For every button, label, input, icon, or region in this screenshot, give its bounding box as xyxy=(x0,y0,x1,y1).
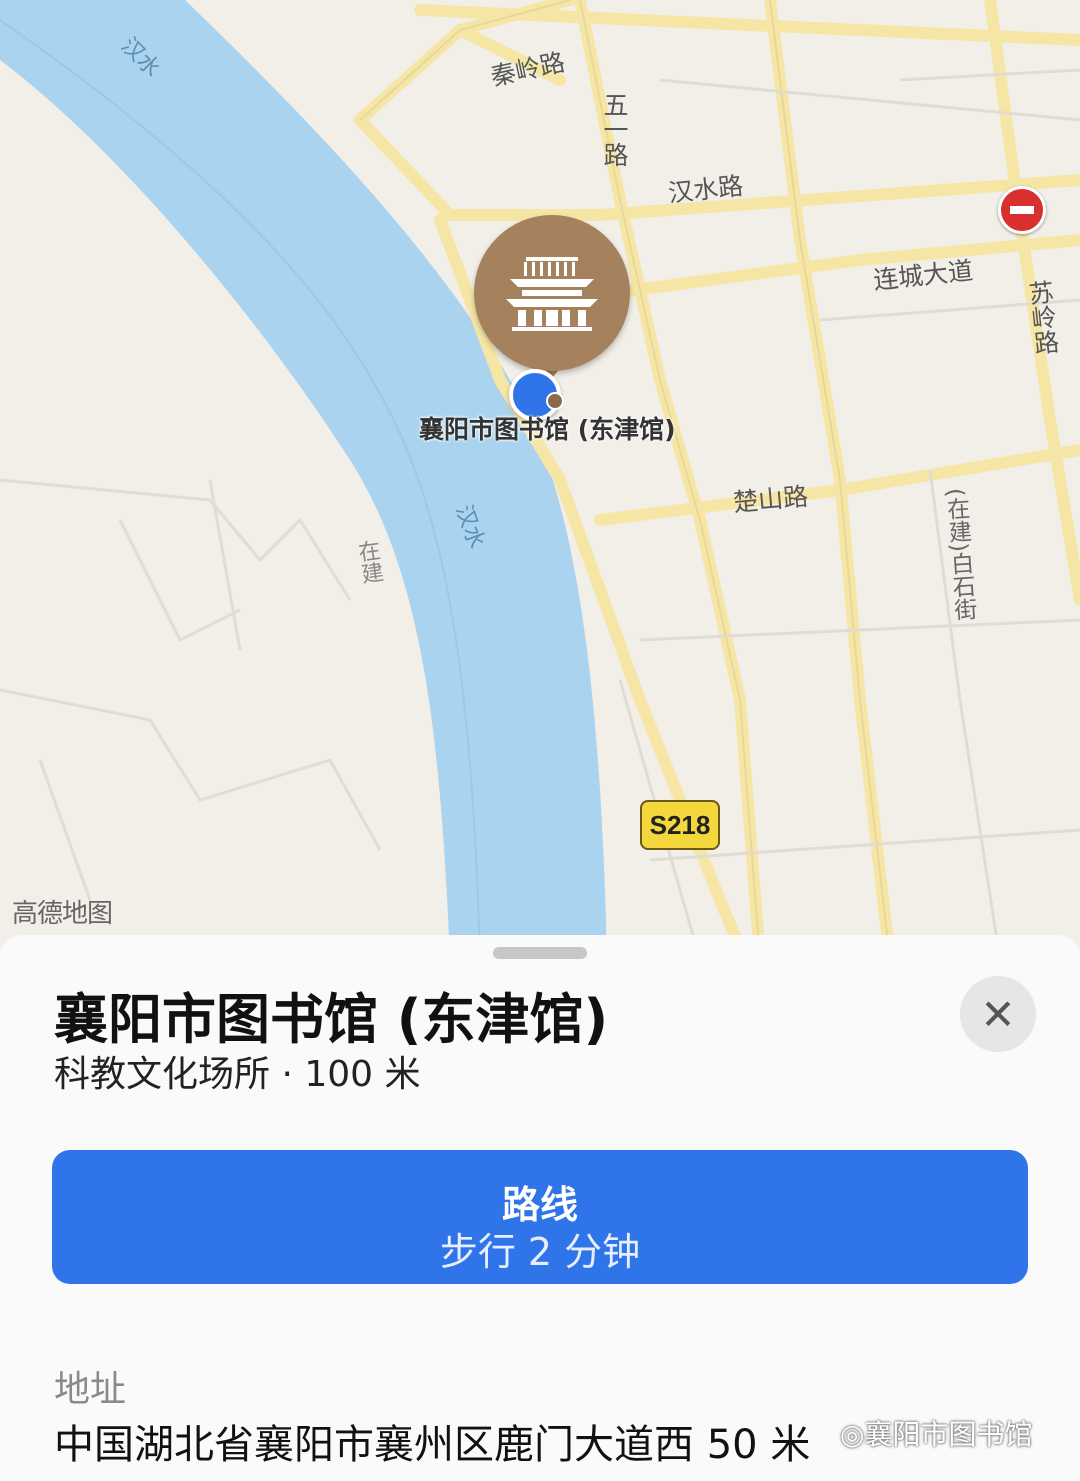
route-button-subtitle: 步行 2 分钟 xyxy=(439,1230,641,1274)
road-label-wuyi: 五一路 xyxy=(600,92,629,167)
close-icon: ✕ xyxy=(980,989,1016,1039)
sheet-grabber[interactable] xyxy=(493,947,587,959)
wechat-icon: ◎ xyxy=(840,1418,865,1451)
route-button[interactable]: 路线 步行 2 分钟 xyxy=(52,1150,1028,1284)
road-label-chushan: 楚山路 xyxy=(732,481,810,518)
poi-location-dot xyxy=(546,392,564,410)
road-label-suling: 苏岭路 xyxy=(1024,278,1061,357)
map-view[interactable]: 汉水 汉水 秦岭路 五一路 汉水路 连城大道 苏岭路 楚山路 在建 (在建)白石… xyxy=(0,0,1080,960)
place-card-sheet[interactable]: 襄阳市图书馆 (东津馆) 科教文化场所 · 100 米 ✕ 路线 步行 2 分钟… xyxy=(0,935,1080,1481)
no-entry-icon[interactable] xyxy=(998,186,1046,234)
address-label: 地址 xyxy=(54,1369,127,1410)
watermark-text: 襄阳市图书馆 xyxy=(864,1418,1033,1451)
close-button[interactable]: ✕ xyxy=(960,976,1036,1052)
wechat-watermark: ◎襄阳市图书馆 xyxy=(840,1413,1032,1453)
address-value[interactable]: 中国湖北省襄阳市襄州区鹿门大道西 50 米 xyxy=(54,1412,810,1470)
library-poi-marker[interactable] xyxy=(474,215,630,371)
place-title: 襄阳市图书馆 (东津馆) xyxy=(54,988,609,1051)
highway-badge: S218 xyxy=(640,800,720,850)
place-subtitle: 科教文化场所 · 100 米 xyxy=(54,1054,421,1095)
map-provider-logo: 高德地图 xyxy=(12,899,113,929)
map-base xyxy=(0,0,1080,960)
road-label-zaijian: 在建 xyxy=(353,538,384,586)
poi-label[interactable]: 襄阳市图书馆 (东津馆) xyxy=(419,410,676,446)
library-building-icon xyxy=(506,257,598,331)
